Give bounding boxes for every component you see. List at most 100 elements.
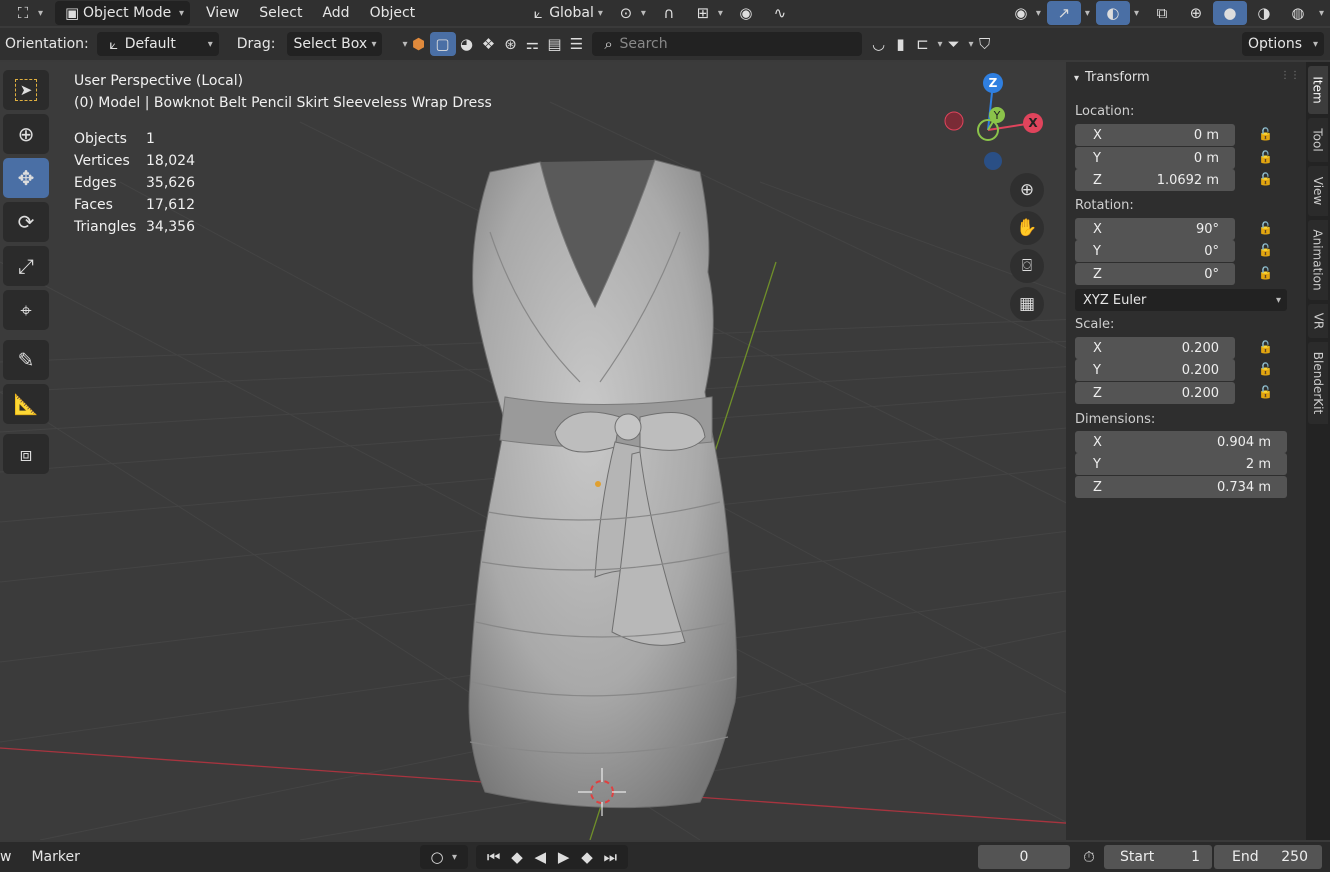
location-y-field[interactable]: Y 0 m bbox=[1075, 147, 1235, 169]
chevron-down-icon[interactable]: ▾ bbox=[1085, 8, 1090, 19]
pan-button[interactable]: ✋ bbox=[1010, 211, 1044, 245]
editor-type-button[interactable]: ⛶ ▾ bbox=[6, 1, 49, 25]
location-z-field[interactable]: Z 1.0692 m bbox=[1075, 169, 1235, 191]
pivot-point-button[interactable]: ⊙ ▾ bbox=[609, 1, 652, 25]
cursor-tool[interactable]: ⊕ bbox=[3, 114, 49, 154]
wireframe-shading-button[interactable]: ⊕ bbox=[1179, 1, 1213, 25]
tab-vr[interactable]: VR bbox=[1308, 304, 1328, 338]
object-type-icon[interactable]: ⬢ bbox=[408, 33, 430, 55]
prev-keyframe-icon[interactable]: ◆ bbox=[506, 846, 528, 868]
tab-animation[interactable]: Animation bbox=[1308, 220, 1328, 300]
move-tool[interactable]: ✥ bbox=[3, 158, 49, 198]
unlock-icon[interactable]: 🔓 bbox=[1258, 385, 1273, 399]
bookmark-icon[interactable]: ▮ bbox=[890, 33, 912, 55]
snap-toggle[interactable]: ∩ bbox=[652, 1, 686, 25]
play-icon[interactable]: ▶ bbox=[553, 846, 575, 868]
solid-shading-button[interactable]: ● bbox=[1212, 1, 1247, 25]
drag-dropdown[interactable]: Select Box ▾ bbox=[287, 32, 383, 56]
unlock-icon[interactable]: 🔓 bbox=[1258, 340, 1273, 354]
rendered-shading-button[interactable]: ◍ bbox=[1281, 1, 1315, 25]
search-input[interactable]: ⌕ Search bbox=[591, 32, 862, 56]
snap-target-button[interactable]: ⊞ ▾ bbox=[686, 1, 729, 25]
mesh-icon[interactable]: ◕ bbox=[456, 33, 478, 55]
menu-object[interactable]: Object bbox=[360, 1, 426, 25]
rotation-z-field[interactable]: Z 0° bbox=[1075, 263, 1235, 285]
chevron-down-icon[interactable]: ▾ bbox=[1319, 8, 1324, 19]
unlock-icon[interactable]: 🔓 bbox=[1258, 266, 1273, 280]
drag-handle-icon[interactable]: ⋮⋮ bbox=[1280, 70, 1300, 81]
unlock-icon[interactable]: 🔓 bbox=[1258, 127, 1273, 141]
end-frame-field[interactable]: End 250 bbox=[1214, 845, 1322, 869]
annotate-tool[interactable]: ✎ bbox=[3, 340, 49, 380]
shield-icon[interactable]: ⛉ bbox=[974, 33, 996, 55]
unlock-icon[interactable]: 🔓 bbox=[1258, 243, 1273, 257]
next-keyframe-icon[interactable]: ◆ bbox=[576, 846, 598, 868]
stopwatch-icon[interactable]: ⏱ bbox=[1078, 846, 1100, 868]
falloff-button[interactable]: ∿ bbox=[763, 1, 797, 25]
add-cube-tool[interactable]: ⧈ bbox=[3, 434, 49, 474]
play-reverse-icon[interactable]: ◀ bbox=[529, 846, 551, 868]
transform-tool[interactable]: ⌖ bbox=[3, 290, 49, 330]
rotation-mode-dropdown[interactable]: XYZ Euler ▾ bbox=[1075, 289, 1287, 311]
proportional-edit-toggle[interactable]: ◉ bbox=[729, 1, 763, 25]
visibility-button[interactable]: ◉ ▾ bbox=[1004, 1, 1047, 25]
xray-toggle[interactable]: ⧉ bbox=[1145, 1, 1179, 25]
unlock-icon[interactable]: 🔓 bbox=[1258, 172, 1273, 186]
overlay-toggle[interactable]: ◐ bbox=[1095, 1, 1130, 25]
current-frame-field[interactable]: 0 bbox=[978, 845, 1070, 869]
transform-header[interactable]: ▾ Transform bbox=[1074, 70, 1150, 85]
chevron-down-icon[interactable]: ▾ bbox=[1134, 8, 1139, 19]
select-mode-button[interactable]: ▢ bbox=[429, 32, 456, 56]
scale-x-field[interactable]: X 0.200 bbox=[1075, 337, 1235, 359]
dimensions-x-field[interactable]: X 0.904 m bbox=[1075, 431, 1287, 453]
neg-z-axis-ball[interactable] bbox=[984, 152, 1002, 170]
tab-blenderkit[interactable]: BlenderKit bbox=[1308, 342, 1328, 424]
navigation-gizmo[interactable]: Y X Z bbox=[940, 70, 1050, 180]
zoom-button[interactable]: ⊕ bbox=[1010, 173, 1044, 207]
menu-select[interactable]: Select bbox=[249, 1, 312, 25]
perspective-toggle-button[interactable]: ▦ bbox=[1010, 287, 1044, 321]
neg-x-axis-ball[interactable] bbox=[944, 111, 964, 131]
transform-orientation-dropdown[interactable]: ⟀ Global ▾ bbox=[521, 1, 609, 25]
options-dropdown[interactable]: Options ▾ bbox=[1242, 32, 1324, 56]
metaball-icon[interactable]: ❖ bbox=[478, 33, 500, 55]
unlock-icon[interactable]: 🔓 bbox=[1258, 221, 1273, 235]
sphere-icon[interactable]: ⊛ bbox=[500, 33, 522, 55]
dress-model[interactable] bbox=[468, 159, 738, 809]
scale-z-field[interactable]: Z 0.200 bbox=[1075, 382, 1235, 404]
jump-end-icon[interactable]: ⏭ bbox=[599, 846, 621, 868]
rotation-y-field[interactable]: Y 0° bbox=[1075, 240, 1235, 262]
mode-dropdown[interactable]: ▣ Object Mode ▾ bbox=[55, 1, 191, 25]
location-x-field[interactable]: X 0 m bbox=[1075, 124, 1235, 146]
tab-view[interactable]: View bbox=[1308, 166, 1328, 216]
dimensions-y-field[interactable]: Y 2 m bbox=[1075, 453, 1287, 475]
dimensions-z-field[interactable]: Z 0.734 m bbox=[1075, 476, 1287, 498]
orientation-options-dropdown[interactable]: ⟀ Default ▾ bbox=[96, 32, 219, 56]
start-frame-field[interactable]: Start 1 bbox=[1104, 845, 1212, 869]
playback-button[interactable]: ○ ▾ bbox=[420, 845, 468, 869]
unlock-icon[interactable]: 🔓 bbox=[1258, 150, 1273, 164]
filter-curve-icon[interactable]: ◡ bbox=[868, 33, 890, 55]
gizmo-toggle[interactable]: ↗ bbox=[1046, 1, 1081, 25]
lattice-icon[interactable]: ▤ bbox=[544, 33, 566, 55]
camera-view-button[interactable]: ⌼ bbox=[1010, 249, 1044, 283]
scale-tool[interactable]: ⤢ bbox=[3, 246, 49, 286]
select-box-tool[interactable]: ➤ bbox=[3, 70, 49, 110]
rotate-tool[interactable]: ⟳ bbox=[3, 202, 49, 242]
armature-icon[interactable]: ⚎ bbox=[522, 33, 544, 55]
curve-icon[interactable]: ☰ bbox=[566, 33, 588, 55]
unlock-icon[interactable]: 🔓 bbox=[1258, 362, 1273, 376]
hierarchy-icon[interactable]: ⊏ bbox=[912, 33, 934, 55]
menu-view[interactable]: View bbox=[196, 1, 249, 25]
view-menu-partial[interactable]: w bbox=[0, 849, 11, 865]
menu-add[interactable]: Add bbox=[312, 1, 359, 25]
marker-menu[interactable]: Marker bbox=[31, 849, 79, 865]
tab-tool[interactable]: Tool bbox=[1308, 118, 1328, 162]
measure-tool[interactable]: 📐 bbox=[3, 384, 49, 424]
material-shading-button[interactable]: ◑ bbox=[1247, 1, 1281, 25]
rotation-x-field[interactable]: X 90° bbox=[1075, 218, 1235, 240]
filter-icon[interactable]: ⏷ bbox=[943, 33, 965, 55]
scale-y-field[interactable]: Y 0.200 bbox=[1075, 359, 1235, 381]
jump-start-icon[interactable]: ⏮ bbox=[483, 846, 505, 868]
tab-item[interactable]: Item bbox=[1308, 66, 1328, 114]
